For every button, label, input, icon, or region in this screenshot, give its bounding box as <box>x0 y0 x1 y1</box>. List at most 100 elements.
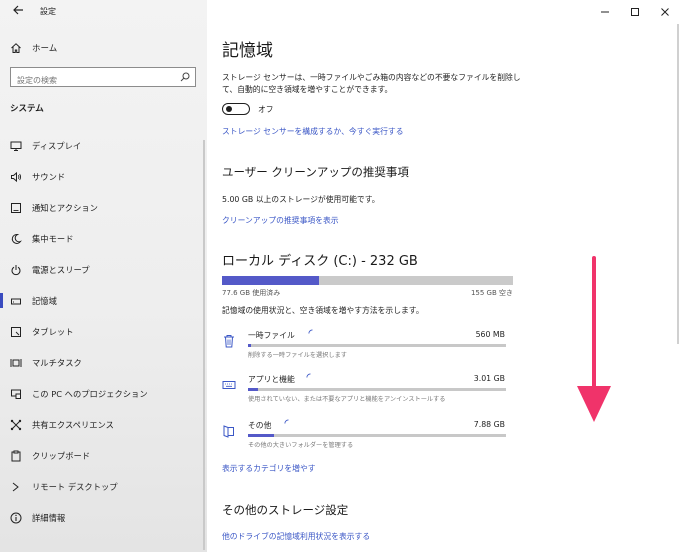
more-categories-link[interactable]: 表示するカテゴリを増やす <box>222 463 316 474</box>
projection-icon <box>11 389 21 399</box>
sidebar-item-label: マルチタスク <box>32 357 82 368</box>
back-arrow-icon <box>13 5 23 15</box>
disk-free-label: 155 GB 空き <box>470 289 513 297</box>
sidebar-item-label: この PC へのプロジェクション <box>32 388 148 399</box>
sidebar-item-label: 共有エクスペリエンス <box>32 419 114 430</box>
category-bar <box>248 388 506 391</box>
loading-spinner-icon <box>308 329 313 334</box>
search-box[interactable] <box>10 67 196 90</box>
app-title: 設定 <box>40 7 56 16</box>
cleanup-text: 5.00 GB 以上のストレージが使用可能です。 <box>222 195 380 204</box>
maximize-button[interactable] <box>620 0 650 24</box>
sidebar-item-about[interactable]: 詳細情報 <box>0 502 207 533</box>
category-temp-files[interactable]: 一時ファイル 560 MB 削除する一時ファイルを選択します <box>222 329 512 364</box>
minimize-button[interactable] <box>590 0 620 24</box>
keyboard-icon <box>222 381 236 389</box>
titlebar-left: 設定 <box>0 0 207 24</box>
folder-icon <box>223 425 234 438</box>
sidebar-item-remote[interactable]: リモート デスクトップ <box>0 471 207 502</box>
cleanup-heading: ユーザー クリーンアップの推奨事項 <box>222 165 409 179</box>
sidebar-item-display[interactable]: ディスプレイ <box>0 130 207 161</box>
storage-sense-link[interactable]: ストレージ センサーを構成するか、今すぐ実行する <box>222 126 404 137</box>
category-description: その他の大きいフォルダーを管理する <box>248 442 354 449</box>
info-icon <box>10 512 22 523</box>
sidebar-item-label: クリップボード <box>32 450 91 461</box>
storage-icon <box>11 298 21 304</box>
category-size: 3.01 GB <box>473 374 505 383</box>
sidebar-item-focus[interactable]: 集中モード <box>0 223 207 254</box>
disk-used-label: 77.6 GB 使用済み <box>222 289 281 297</box>
sidebar-item-notifications[interactable]: 通知とアクション <box>0 192 207 223</box>
sidebar-item-power[interactable]: 電源とスリープ <box>0 254 207 285</box>
sidebar-item-label: ディスプレイ <box>32 140 82 151</box>
page-title: 記憶域 <box>222 41 273 61</box>
category-bar-fill <box>248 388 259 391</box>
notification-icon <box>11 202 21 213</box>
sidebar: 設定 ホーム システム ディスプレイ サウンド 通知とアクション 集中モード 電… <box>0 0 207 552</box>
close-button[interactable] <box>650 0 680 24</box>
storage-sense-toggle-label: オフ <box>258 105 274 114</box>
loading-spinner-icon <box>306 373 311 378</box>
main-content: 記憶域 ストレージ センサーは、一時ファイルやごみ箱の内容などの不要なファイルを… <box>207 0 680 552</box>
search-input[interactable] <box>11 71 171 90</box>
category-name: 一時ファイル <box>248 331 295 340</box>
sidebar-item-label: タブレット <box>32 326 74 337</box>
toggle-knob <box>226 106 232 112</box>
sidebar-item-label: リモート デスクトップ <box>32 481 118 492</box>
cleanup-link[interactable]: クリーンアップの推奨事項を表示 <box>222 215 339 226</box>
sidebar-item-label: 記憶域 <box>32 295 57 306</box>
other-storage-heading: その他のストレージ設定 <box>222 503 349 517</box>
category-size: 560 MB <box>475 330 505 339</box>
tablet-icon <box>11 326 21 337</box>
category-other[interactable]: その他 7.88 GB その他の大きいフォルダーを管理する <box>222 419 512 454</box>
close-icon <box>661 8 669 16</box>
category-size: 7.88 GB <box>473 420 505 429</box>
sidebar-item-multitask[interactable]: マルチタスク <box>0 347 207 378</box>
home-icon <box>11 43 21 53</box>
sidebar-item-tablet[interactable]: タブレット <box>0 316 207 347</box>
sidebar-home[interactable]: ホーム <box>10 40 57 56</box>
sidebar-nav: ディスプレイ サウンド 通知とアクション 集中モード 電源とスリープ 記憶域 タ… <box>0 130 207 533</box>
category-name: アプリと機能 <box>248 375 295 384</box>
window-controls <box>590 0 680 24</box>
sidebar-item-sound[interactable]: サウンド <box>0 161 207 192</box>
disk-heading: ローカル ディスク (C:) - 232 GB <box>222 254 418 269</box>
sidebar-item-label: サウンド <box>32 171 66 182</box>
section-label: システム <box>10 104 44 114</box>
sidebar-item-projection[interactable]: この PC へのプロジェクション <box>0 378 207 409</box>
storage-sense-description-1: ストレージ センサーは、一時ファイルやごみ箱の内容などの不要なファイルを削除し <box>222 73 521 82</box>
disk-hint: 記憶域の使用状況と、空き領域を増やす方法を示します。 <box>222 306 424 315</box>
category-bar-fill <box>248 344 251 347</box>
sidebar-item-label: 電源とスリープ <box>32 264 90 275</box>
storage-sense-description-2: て、自動的に空き領域を増やすことができます。 <box>222 85 393 94</box>
power-icon <box>11 264 21 275</box>
category-bar <box>248 344 506 347</box>
category-description: 使用されていない、または不要なアプリと機能をアンインストールする <box>248 396 446 403</box>
disk-usage-fill <box>222 276 320 285</box>
sidebar-item-label: 集中モード <box>32 233 74 244</box>
sidebar-item-shared[interactable]: 共有エクスペリエンス <box>0 409 207 440</box>
sidebar-item-clipboard[interactable]: クリップボード <box>0 440 207 471</box>
disk-usage-bar <box>222 276 513 285</box>
share-icon <box>10 419 22 430</box>
remote-desktop-icon <box>12 482 19 491</box>
other-drives-link[interactable]: 他のドライブの記憶域利用状況を表示する <box>222 531 370 542</box>
storage-sense-toggle[interactable] <box>222 103 250 115</box>
sidebar-item-label: 通知とアクション <box>32 202 98 213</box>
search-icon[interactable] <box>180 72 190 82</box>
minimize-icon <box>601 11 609 13</box>
clipboard-icon <box>11 450 21 461</box>
sidebar-scrollbar[interactable] <box>203 140 205 550</box>
speaker-icon <box>11 171 22 182</box>
category-description: 削除する一時ファイルを選択します <box>248 352 347 359</box>
back-button[interactable] <box>10 4 26 20</box>
category-bar-fill <box>248 434 274 437</box>
sidebar-item-label: 詳細情報 <box>32 512 66 523</box>
sidebar-item-storage[interactable]: 記憶域 <box>0 285 207 316</box>
loading-spinner-icon <box>284 419 289 424</box>
trash-icon <box>224 335 234 348</box>
main-scrollbar[interactable] <box>677 24 679 344</box>
multitask-icon <box>10 358 22 367</box>
annotation-arrow-down-icon <box>577 256 611 422</box>
category-apps[interactable]: アプリと機能 3.01 GB 使用されていない、または不要なアプリと機能をアンイ… <box>222 373 512 408</box>
